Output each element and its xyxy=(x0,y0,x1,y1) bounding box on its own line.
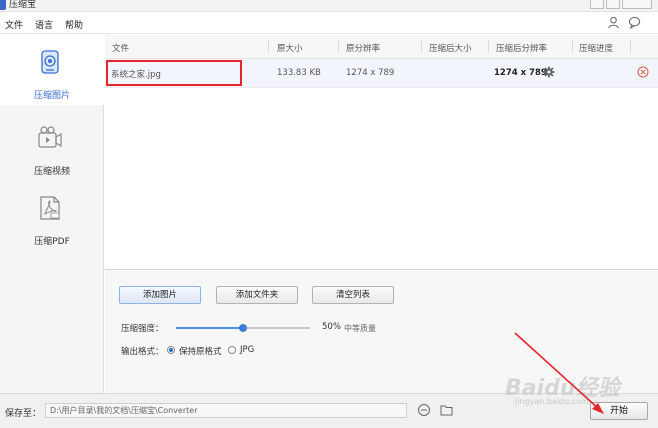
compression-strength-label: 压缩强度： xyxy=(121,324,164,334)
column-divider xyxy=(268,40,269,53)
watermark-url: jingyan.baidu.com xyxy=(515,397,589,406)
format-radio-jpg[interactable] xyxy=(228,346,236,354)
maximize-button[interactable] xyxy=(606,0,620,9)
menu-file[interactable]: 文件 xyxy=(5,18,23,31)
column-header-progress[interactable]: 压缩进度 xyxy=(579,42,613,54)
column-divider xyxy=(421,40,422,53)
sidebar-item-label: 压缩视频 xyxy=(33,167,70,177)
format-option-jpg[interactable]: JPG xyxy=(240,345,254,355)
add-image-button[interactable]: 添加图片 xyxy=(119,286,201,304)
sidebar: 压缩图片 压缩视频 压缩PDF xyxy=(0,35,104,393)
column-divider xyxy=(338,40,339,53)
sidebar-item-label: 压缩PDF xyxy=(34,237,70,247)
user-icon[interactable] xyxy=(607,16,620,29)
original-resolution-cell: 1274 x 789 xyxy=(346,68,395,78)
save-path-input[interactable] xyxy=(45,403,407,418)
sidebar-item-compress-video[interactable]: 压缩视频 xyxy=(0,111,104,181)
feedback-icon[interactable] xyxy=(628,16,641,29)
format-option-original[interactable]: 保持原格式 xyxy=(179,345,222,357)
window-title: 压缩宝 xyxy=(9,0,37,10)
column-divider xyxy=(630,40,631,53)
sidebar-item-label: 压缩图片 xyxy=(33,91,70,101)
column-header-file[interactable]: 文件 xyxy=(112,42,129,54)
sidebar-item-compress-image[interactable]: 压缩图片 xyxy=(0,35,104,105)
file-table-header: 文件 原大小 原分辨率 压缩后大小 压缩后分辨率 压缩进度 xyxy=(105,35,658,59)
compressed-resolution-cell: 1274 x 789 xyxy=(494,68,547,78)
gear-icon[interactable] xyxy=(543,66,555,78)
sidebar-item-compress-pdf[interactable]: 压缩PDF xyxy=(0,181,104,251)
table-row[interactable]: 系统之家.jpg 133.83 KB 1274 x 789 1274 x 789 xyxy=(105,59,658,88)
pdf-compress-icon xyxy=(40,196,60,220)
compression-slider[interactable] xyxy=(176,324,310,332)
video-compress-icon xyxy=(38,126,62,148)
slider-handle[interactable] xyxy=(239,324,247,332)
menu-language[interactable]: 语言 xyxy=(35,18,53,31)
column-header-original-resolution[interactable]: 原分辨率 xyxy=(346,42,380,54)
compression-percent: 50% xyxy=(322,322,341,332)
original-size-cell: 133.83 KB xyxy=(277,68,321,78)
slider-fill xyxy=(176,327,243,329)
folder-icon[interactable] xyxy=(440,403,454,417)
start-button[interactable]: 开始 xyxy=(590,402,648,420)
column-divider xyxy=(488,40,489,53)
remove-file-icon[interactable] xyxy=(637,66,649,78)
format-radio-original[interactable] xyxy=(167,346,175,354)
column-divider xyxy=(572,40,573,53)
compression-quality: 中等质量 xyxy=(344,324,376,333)
menu-help[interactable]: 帮助 xyxy=(65,18,83,31)
output-format-label: 输出格式： xyxy=(121,347,164,357)
app-logo-icon xyxy=(0,0,6,10)
minimize-button[interactable] xyxy=(590,0,604,9)
save-to-label: 保存至： xyxy=(5,409,42,419)
clear-list-button[interactable]: 清空列表 xyxy=(312,286,394,304)
add-folder-button[interactable]: 添加文件夹 xyxy=(216,286,298,304)
column-header-compressed-size[interactable]: 压缩后大小 xyxy=(429,42,472,54)
image-compress-icon xyxy=(41,50,59,74)
menu-bar: 文件 语言 帮助 xyxy=(0,12,658,34)
column-header-original-size[interactable]: 原大小 xyxy=(277,42,303,54)
column-header-compressed-resolution[interactable]: 压缩后分辨率 xyxy=(496,42,547,54)
more-options-icon[interactable] xyxy=(417,403,431,417)
close-window-button[interactable] xyxy=(622,0,652,9)
file-highlight-annotation xyxy=(106,60,242,86)
title-bar: 压缩宝 xyxy=(0,0,658,12)
